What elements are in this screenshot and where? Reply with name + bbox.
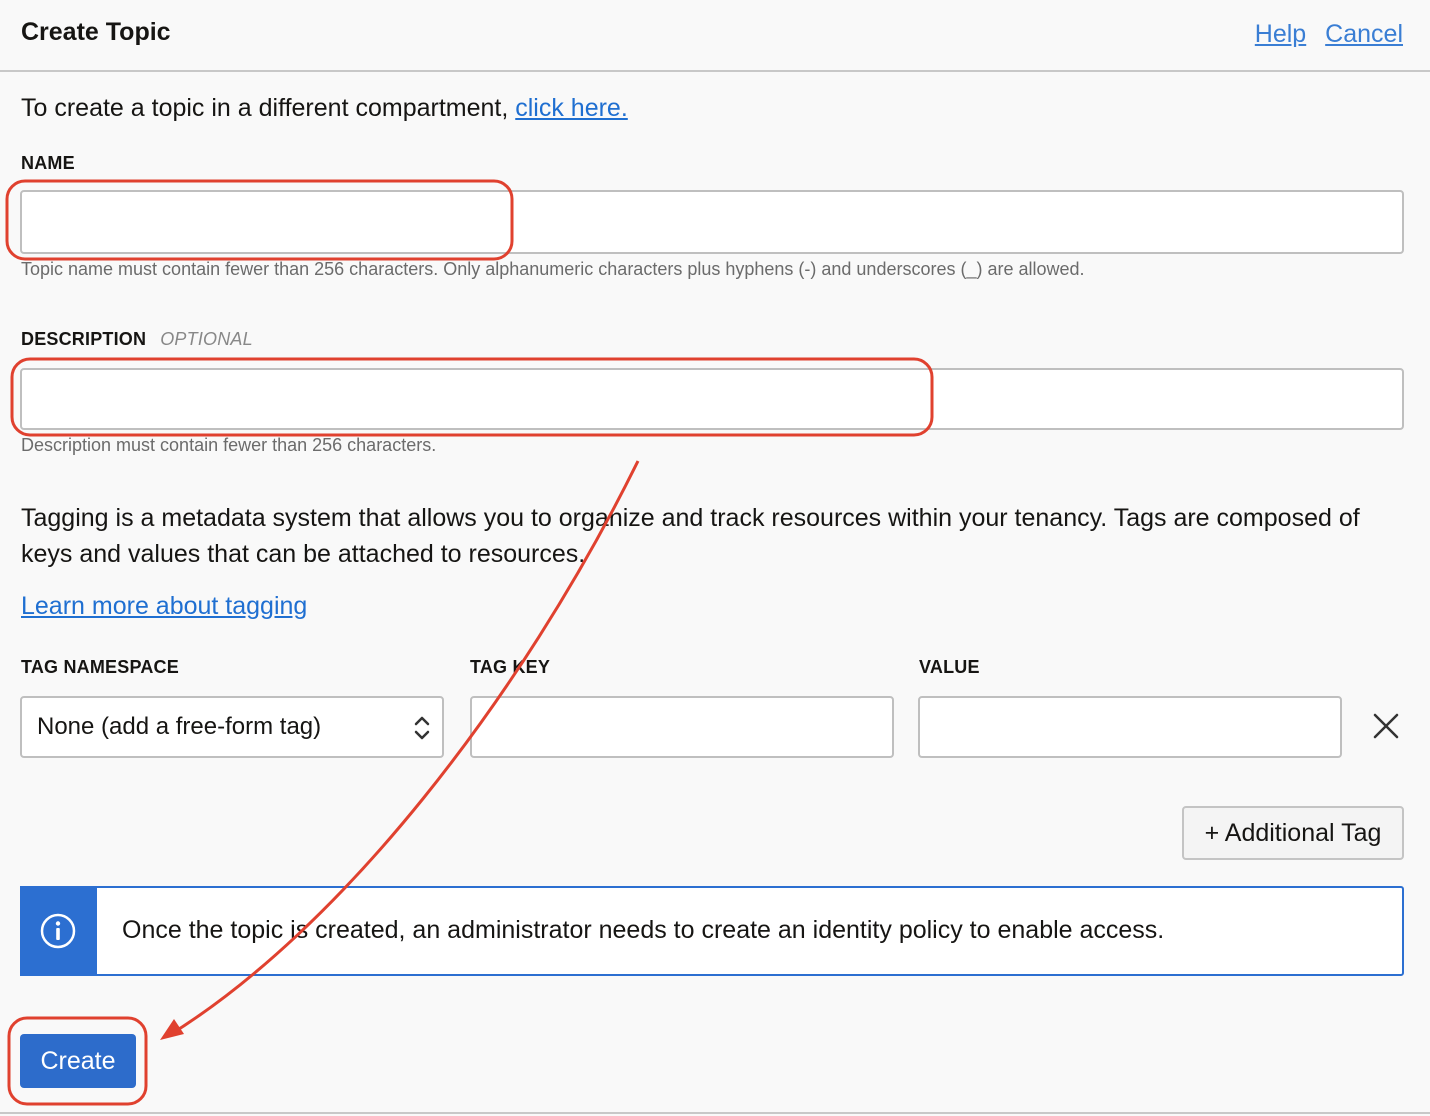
select-chevrons-icon [414, 716, 430, 740]
tag-key-label: TAG KEY [470, 657, 551, 677]
remove-tag-close-icon[interactable] [1370, 710, 1402, 742]
name-input[interactable] [20, 190, 1404, 254]
description-helper-text: Description must contain fewer than 256 … [21, 435, 437, 455]
compartment-hint: To create a topic in a different compart… [21, 94, 628, 123]
help-link[interactable]: Help [1255, 20, 1306, 48]
tag-value-label: VALUE [919, 657, 980, 677]
tag-namespace-select[interactable]: None (add a free-form tag) [20, 696, 444, 758]
tagging-description: Tagging is a metadata system that allows… [21, 504, 1360, 568]
info-banner-stripe [20, 886, 97, 976]
additional-tag-button[interactable]: + Additional Tag [1182, 806, 1404, 860]
compartment-hint-text: To create a topic in a different compart… [21, 94, 516, 122]
info-banner: Once the topic is created, an administra… [20, 886, 1404, 976]
name-label: NAME [21, 153, 75, 173]
description-label: DESCRIPTION OPTIONAL [21, 329, 253, 350]
tag-namespace-label: TAG NAMESPACE [21, 657, 179, 677]
tag-namespace-selected: None (add a free-form tag) [37, 713, 322, 740]
create-button[interactable]: Create [20, 1034, 136, 1088]
name-helper-text: Topic name must contain fewer than 256 c… [21, 259, 1085, 279]
description-label-text: DESCRIPTION [21, 329, 147, 349]
bottom-divider [0, 1112, 1430, 1114]
page-title: Create Topic [21, 18, 171, 46]
optional-tag: OPTIONAL [160, 329, 253, 349]
annotation-arrow-head [160, 1019, 184, 1040]
info-message: Once the topic is created, an administra… [122, 916, 1165, 944]
info-icon [40, 913, 76, 949]
panel-header: Create Topic Help Cancel [0, 0, 1430, 72]
learn-more-tagging-link[interactable]: Learn more about tagging [21, 592, 307, 621]
cancel-link[interactable]: Cancel [1325, 20, 1403, 48]
compartment-link[interactable]: click here. [515, 94, 628, 122]
tag-value-input[interactable] [918, 696, 1342, 758]
description-input[interactable] [20, 368, 1404, 430]
header-links: Help Cancel [1243, 20, 1403, 49]
tag-key-input[interactable] [470, 696, 894, 758]
